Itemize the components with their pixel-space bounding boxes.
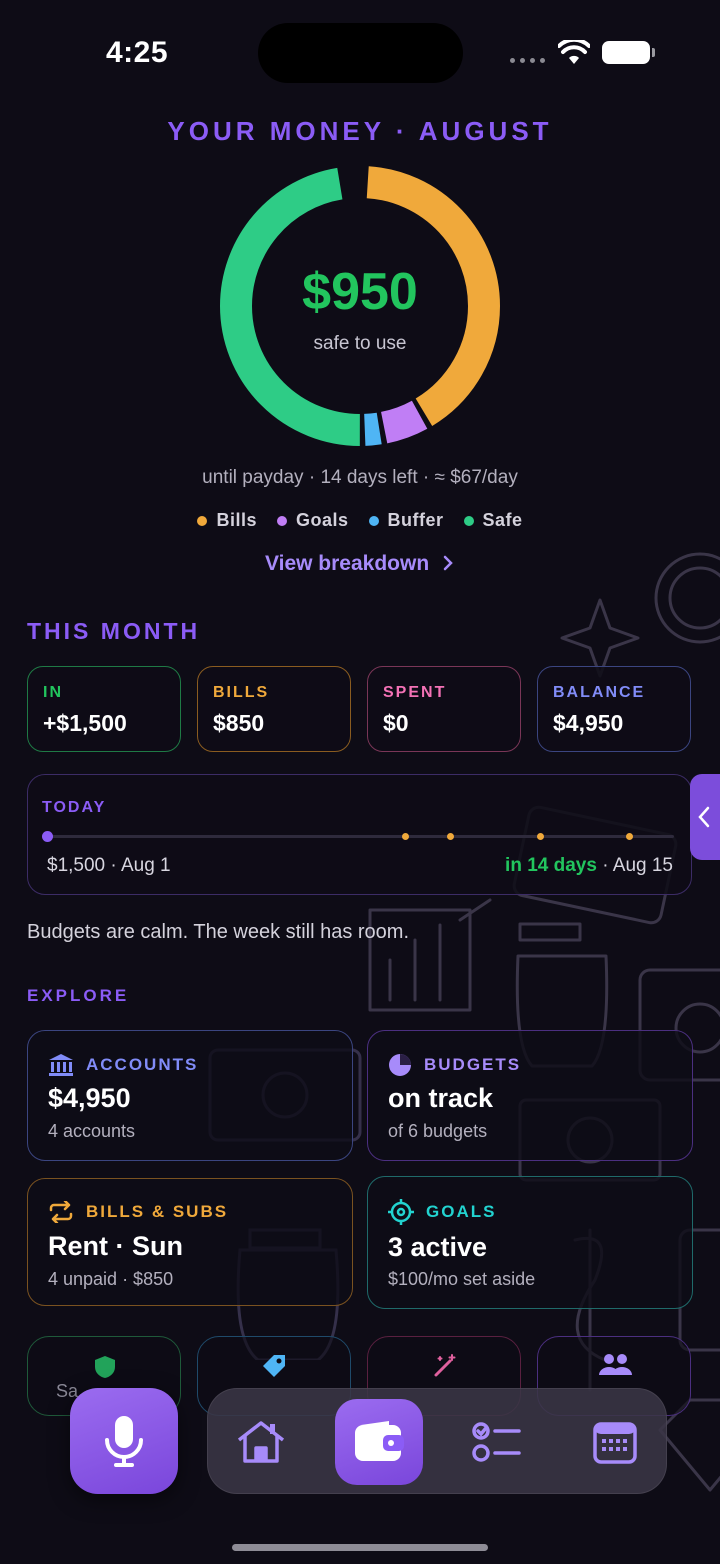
legend-goals: Goals <box>276 510 349 531</box>
timeline-track <box>46 835 674 838</box>
stat-label: BALANCE <box>553 684 646 701</box>
status-time: 4:25 <box>106 36 169 69</box>
side-drawer-tab[interactable] <box>690 774 720 860</box>
tab-calendar[interactable] <box>571 1399 659 1485</box>
battery-icon <box>602 41 655 64</box>
stat-value: $4,950 <box>553 710 624 736</box>
voice-input-button[interactable] <box>70 1388 178 1494</box>
today-label: TODAY <box>42 799 107 816</box>
pie-chart-icon <box>389 1054 411 1076</box>
payday-summary: until payday · 14 days left · ≈ $67/day <box>202 467 518 488</box>
target-icon <box>388 1199 414 1225</box>
safe-amount: $950 <box>302 263 418 321</box>
today-timeline[interactable]: TODAY $1,500 · Aug 1 in 14 days · Aug 15 <box>27 774 692 895</box>
safe-caption: safe to use <box>313 333 407 354</box>
stat-value: +$1,500 <box>43 710 127 736</box>
shield-icon <box>95 1356 115 1378</box>
stat-value: $0 <box>383 710 409 736</box>
section-title-explore: EXPLORE <box>27 986 130 1005</box>
stat-bills[interactable]: BILLS $850 <box>197 666 351 752</box>
card-title: ACCOUNTS <box>86 1055 199 1074</box>
card-value: $4,950 <box>48 1083 131 1113</box>
wifi-icon <box>558 40 590 64</box>
budgets-card[interactable]: BUDGETS on track of 6 budgets <box>367 1030 693 1161</box>
signal-icon <box>510 58 545 63</box>
legend-safe: Safe <box>463 510 523 531</box>
tab-home[interactable] <box>217 1399 305 1485</box>
legend-dot-icon <box>276 515 287 526</box>
calendar-icon <box>593 1422 637 1464</box>
home-indicator <box>232 1544 488 1551</box>
stat-label: BILLS <box>213 684 270 701</box>
tab-tasks[interactable] <box>453 1399 541 1485</box>
bills-subs-card[interactable]: BILLS & SUBS Rent · Sun 4 unpaid · $850 <box>27 1178 353 1306</box>
legend-dot-icon <box>463 515 474 526</box>
card-title: BUDGETS <box>424 1055 522 1074</box>
timeline-bill-marker <box>537 833 544 840</box>
legend-dot-icon <box>197 515 208 526</box>
magic-wand-icon <box>434 1354 456 1377</box>
card-value: 3 active <box>388 1232 488 1262</box>
legend-dot-icon <box>368 515 379 526</box>
legend-buffer: Buffer <box>368 510 444 531</box>
view-breakdown-label: View breakdown <box>264 552 430 575</box>
section-title-this-month: THIS MONTH <box>27 618 201 644</box>
card-detail: 4 accounts <box>48 1121 136 1141</box>
card-detail: $100/mo set aside <box>388 1269 536 1289</box>
card-title: BILLS & SUBS <box>86 1202 229 1221</box>
bottom-tab-bar <box>207 1388 667 1494</box>
home-icon <box>237 1421 285 1463</box>
stat-value: $850 <box>213 710 265 736</box>
people-icon <box>599 1354 632 1375</box>
timeline-end: in 14 days · Aug 15 <box>505 855 673 877</box>
timeline-current-marker <box>42 831 53 842</box>
timeline-bill-marker <box>626 833 633 840</box>
timeline-bill-marker <box>402 833 409 840</box>
chevron-left-icon <box>698 806 710 828</box>
card-detail: 4 unpaid · $850 <box>48 1269 174 1289</box>
chevron-right-icon <box>443 555 453 571</box>
stat-spent[interactable]: SPENT $0 <box>367 666 521 752</box>
timeline-days-left: in 14 days <box>505 855 597 876</box>
stat-label: IN <box>43 684 63 701</box>
timeline-start: $1,500 · Aug 1 <box>47 855 171 876</box>
card-value: Rent · Sun <box>48 1231 183 1261</box>
timeline-bill-marker <box>447 833 454 840</box>
accounts-card[interactable]: ACCOUNTS $4,950 4 accounts <box>27 1030 353 1161</box>
repeat-icon <box>49 1201 73 1223</box>
checklist-icon <box>472 1422 521 1462</box>
tag-icon <box>263 1355 285 1377</box>
bank-icon <box>49 1054 73 1076</box>
dynamic-island <box>258 23 463 83</box>
microphone-icon <box>105 1416 143 1467</box>
card-value: on track <box>388 1083 494 1113</box>
view-breakdown-link[interactable]: View breakdown <box>0 552 720 576</box>
timeline-end-date: · Aug 15 <box>596 855 673 876</box>
legend-bills: Bills <box>197 510 257 531</box>
donut-legend: Bills Goals Buffer Safe <box>0 510 720 531</box>
tab-wallet[interactable] <box>335 1399 423 1485</box>
page-title: YOUR MONEY · AUGUST <box>167 116 553 146</box>
stat-in[interactable]: IN +$1,500 <box>27 666 181 752</box>
budget-status-message: Budgets are calm. The week still has roo… <box>27 921 410 943</box>
wallet-icon <box>355 1421 404 1461</box>
stat-label: SPENT <box>383 684 447 701</box>
card-title: GOALS <box>426 1202 497 1221</box>
card-detail: of 6 budgets <box>388 1121 488 1141</box>
goals-card[interactable]: GOALS 3 active $100/mo set aside <box>367 1176 693 1309</box>
stat-balance[interactable]: BALANCE $4,950 <box>537 666 691 752</box>
